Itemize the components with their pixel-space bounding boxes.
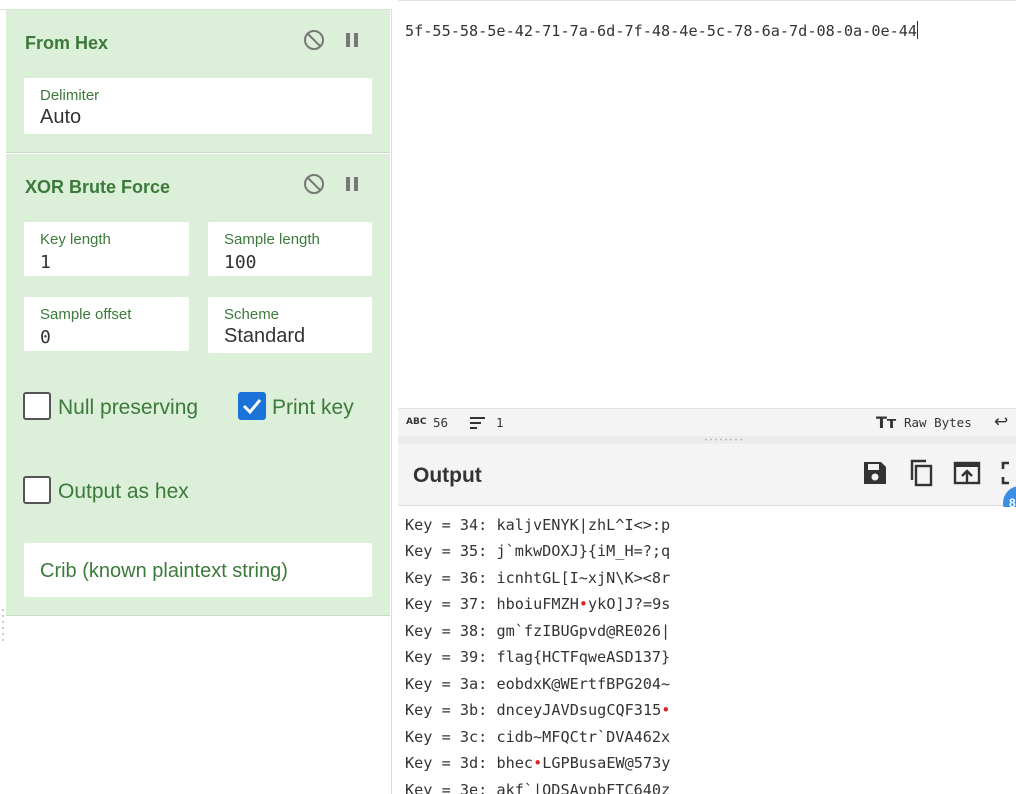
- output-line: Key = 35: j`mkwDOXJ}{iM_H=?;q: [405, 538, 670, 565]
- output-line: Key = 38: gm`fzIBUGpvd@RE026|: [405, 618, 670, 645]
- null-preserving-label[interactable]: Null preserving: [58, 396, 198, 420]
- output-line: Key = 3c: cidb~MFQCtr`DVA462x: [405, 724, 670, 751]
- scheme-select[interactable]: Scheme Standard: [208, 297, 372, 353]
- delimiter-field[interactable]: Delimiter Auto: [24, 78, 372, 134]
- output-line: Key = 3b: dnceyJAVDsugCQF315•: [405, 697, 670, 724]
- print-key-label[interactable]: Print key: [272, 396, 354, 420]
- output-key: Key = 3b:: [405, 701, 497, 719]
- output-text: hboiuFMZH•ykO]J?=9s: [496, 595, 671, 613]
- output-key: Key = 34:: [405, 515, 497, 534]
- key-length-value[interactable]: 1: [40, 252, 51, 273]
- output-as-hex-label[interactable]: Output as hex: [58, 480, 189, 504]
- output-key: Key = 35:: [405, 542, 497, 560]
- scheme-label: Scheme: [224, 306, 280, 323]
- operation-title: XOR Brute Force: [25, 177, 171, 197]
- output-text: akf`|ODSAvpbFTC640z: [496, 780, 671, 794]
- output-line: Key = 37: hboiuFMZH•ykO]J?=9s: [405, 591, 670, 618]
- recipe-panel: From Hex Delimiter Auto XOR Brute Force: [0, 0, 392, 794]
- previous-operation-edge: [0, 0, 392, 10]
- null-preserving-checkbox[interactable]: [23, 392, 51, 420]
- input-status-bar: ABC 56 1 Tт Raw Bytes ↩: [398, 408, 1016, 436]
- key-length-label: Key length: [40, 231, 111, 248]
- delimiter-label: Delimiter: [40, 87, 100, 104]
- disable-icon[interactable]: [303, 173, 325, 195]
- print-key-checkbox[interactable]: [238, 392, 266, 420]
- output-key: Key = 39:: [405, 648, 497, 666]
- sample-offset-value[interactable]: 0: [40, 327, 51, 348]
- output-lines: Key = 33: lfmkwDOXJ}{iM_H=?;qKey = 34: k…: [405, 507, 670, 794]
- save-icon[interactable]: [860, 458, 890, 488]
- resize-handle[interactable]: [1, 606, 5, 646]
- output-line: Key = 36: icnhtGL[I~xjN\K><8r: [405, 565, 670, 592]
- output-line: Key = 3a: eobdxK@WErtfBPG204~: [405, 671, 670, 698]
- copy-icon[interactable]: [906, 458, 936, 488]
- crib-placeholder[interactable]: Crib (known plaintext string): [40, 560, 288, 583]
- operation-from-hex[interactable]: From Hex Delimiter Auto: [6, 10, 390, 153]
- output-key: Key = 3d:: [405, 754, 497, 772]
- replace-input-icon[interactable]: [952, 458, 982, 488]
- length-label: ABC: [406, 417, 427, 427]
- maximise-icon[interactable]: [998, 458, 1016, 488]
- output-text: cidb~MFQCtr`DVA462x: [496, 727, 671, 746]
- sample-length-field[interactable]: Sample length 100: [208, 222, 372, 276]
- sample-length-label: Sample length: [224, 231, 320, 248]
- word-wrap-icon[interactable]: ↩: [994, 412, 1008, 432]
- output-text: eobdxK@WErtfBPG204~: [496, 674, 671, 693]
- output-text: icnhtGL[I~xjN\K><8r: [496, 568, 671, 587]
- output-key: Key = 37:: [405, 595, 497, 613]
- output-header: Output: [398, 444, 1016, 506]
- output-text: flag{HCTFqweASD137}: [496, 648, 671, 666]
- output-as-hex-checkbox[interactable]: [23, 476, 51, 504]
- cyberchef-window: From Hex Delimiter Auto XOR Brute Force: [0, 0, 1016, 794]
- output-line: Key = 34: kaljvENYK|zhL^I<>:p: [405, 512, 670, 539]
- key-length-field[interactable]: Key length 1: [24, 222, 189, 276]
- input-lines: 1: [496, 415, 504, 430]
- divider-grip[interactable]: [704, 438, 744, 441]
- pause-icon[interactable]: [341, 173, 363, 195]
- output-key: Key = 3e:: [405, 780, 497, 794]
- operation-xor-brute-force[interactable]: XOR Brute Force Key length 1 Sample leng…: [6, 154, 390, 616]
- text-encoding-icon[interactable]: Tт: [876, 413, 896, 432]
- lines-icon: [470, 417, 485, 429]
- output-line: Key = 3e: akf`|ODSAvpbFTC640z: [405, 777, 670, 794]
- input-length: 56: [433, 415, 449, 430]
- encoding-select[interactable]: Raw Bytes: [904, 415, 972, 430]
- output-title: Output: [413, 464, 482, 487]
- sample-length-value[interactable]: 100: [224, 252, 257, 273]
- scheme-value[interactable]: Standard: [224, 325, 305, 348]
- output-line: Key = 3d: bhec•LGPBusaEW@573y: [405, 750, 670, 777]
- input-value: 5f-55-58-5e-42-71-7a-6d-7f-48-4e-5c-78-6…: [405, 22, 918, 40]
- sample-offset-field[interactable]: Sample offset 0: [24, 297, 189, 351]
- checkmark-icon: [242, 399, 262, 415]
- delimiter-value[interactable]: Auto: [40, 106, 81, 129]
- input-editor[interactable]: 5f-55-58-5e-42-71-7a-6d-7f-48-4e-5c-78-6…: [398, 0, 1016, 408]
- output-key: Key = 3a:: [405, 674, 497, 693]
- output-line: Key = 39: flag{HCTFqweASD137}: [405, 644, 670, 671]
- text-caret: [917, 21, 919, 39]
- output-text: bhec•LGPBusaEW@573y: [496, 754, 671, 772]
- operation-title: From Hex: [25, 33, 109, 53]
- output-key: Key = 3c:: [405, 727, 497, 746]
- output-text: kaljvENYK|zhL^I<>:p: [496, 515, 671, 534]
- output-editor[interactable]: Key = 33: lfmkwDOXJ}{iM_H=?;qKey = 34: k…: [398, 507, 1016, 794]
- crib-input[interactable]: Crib (known plaintext string): [24, 543, 372, 597]
- output-key: Key = 38:: [405, 621, 497, 640]
- sample-offset-label: Sample offset: [40, 306, 132, 323]
- output-text: gm`fzIBUGpvd@RE026|: [496, 621, 671, 640]
- input-text[interactable]: 5f-55-58-5e-42-71-7a-6d-7f-48-4e-5c-78-6…: [405, 21, 919, 40]
- output-line: Key = 33: lfmkwDOXJ}{iM_H=?;q: [405, 507, 670, 512]
- disable-icon[interactable]: [303, 29, 325, 51]
- pause-icon[interactable]: [341, 29, 363, 51]
- output-text: dnceyJAVDsugCQF315•: [496, 701, 671, 719]
- output-text: j`mkwDOXJ}{iM_H=?;q: [496, 542, 671, 560]
- output-key: Key = 36:: [405, 568, 497, 587]
